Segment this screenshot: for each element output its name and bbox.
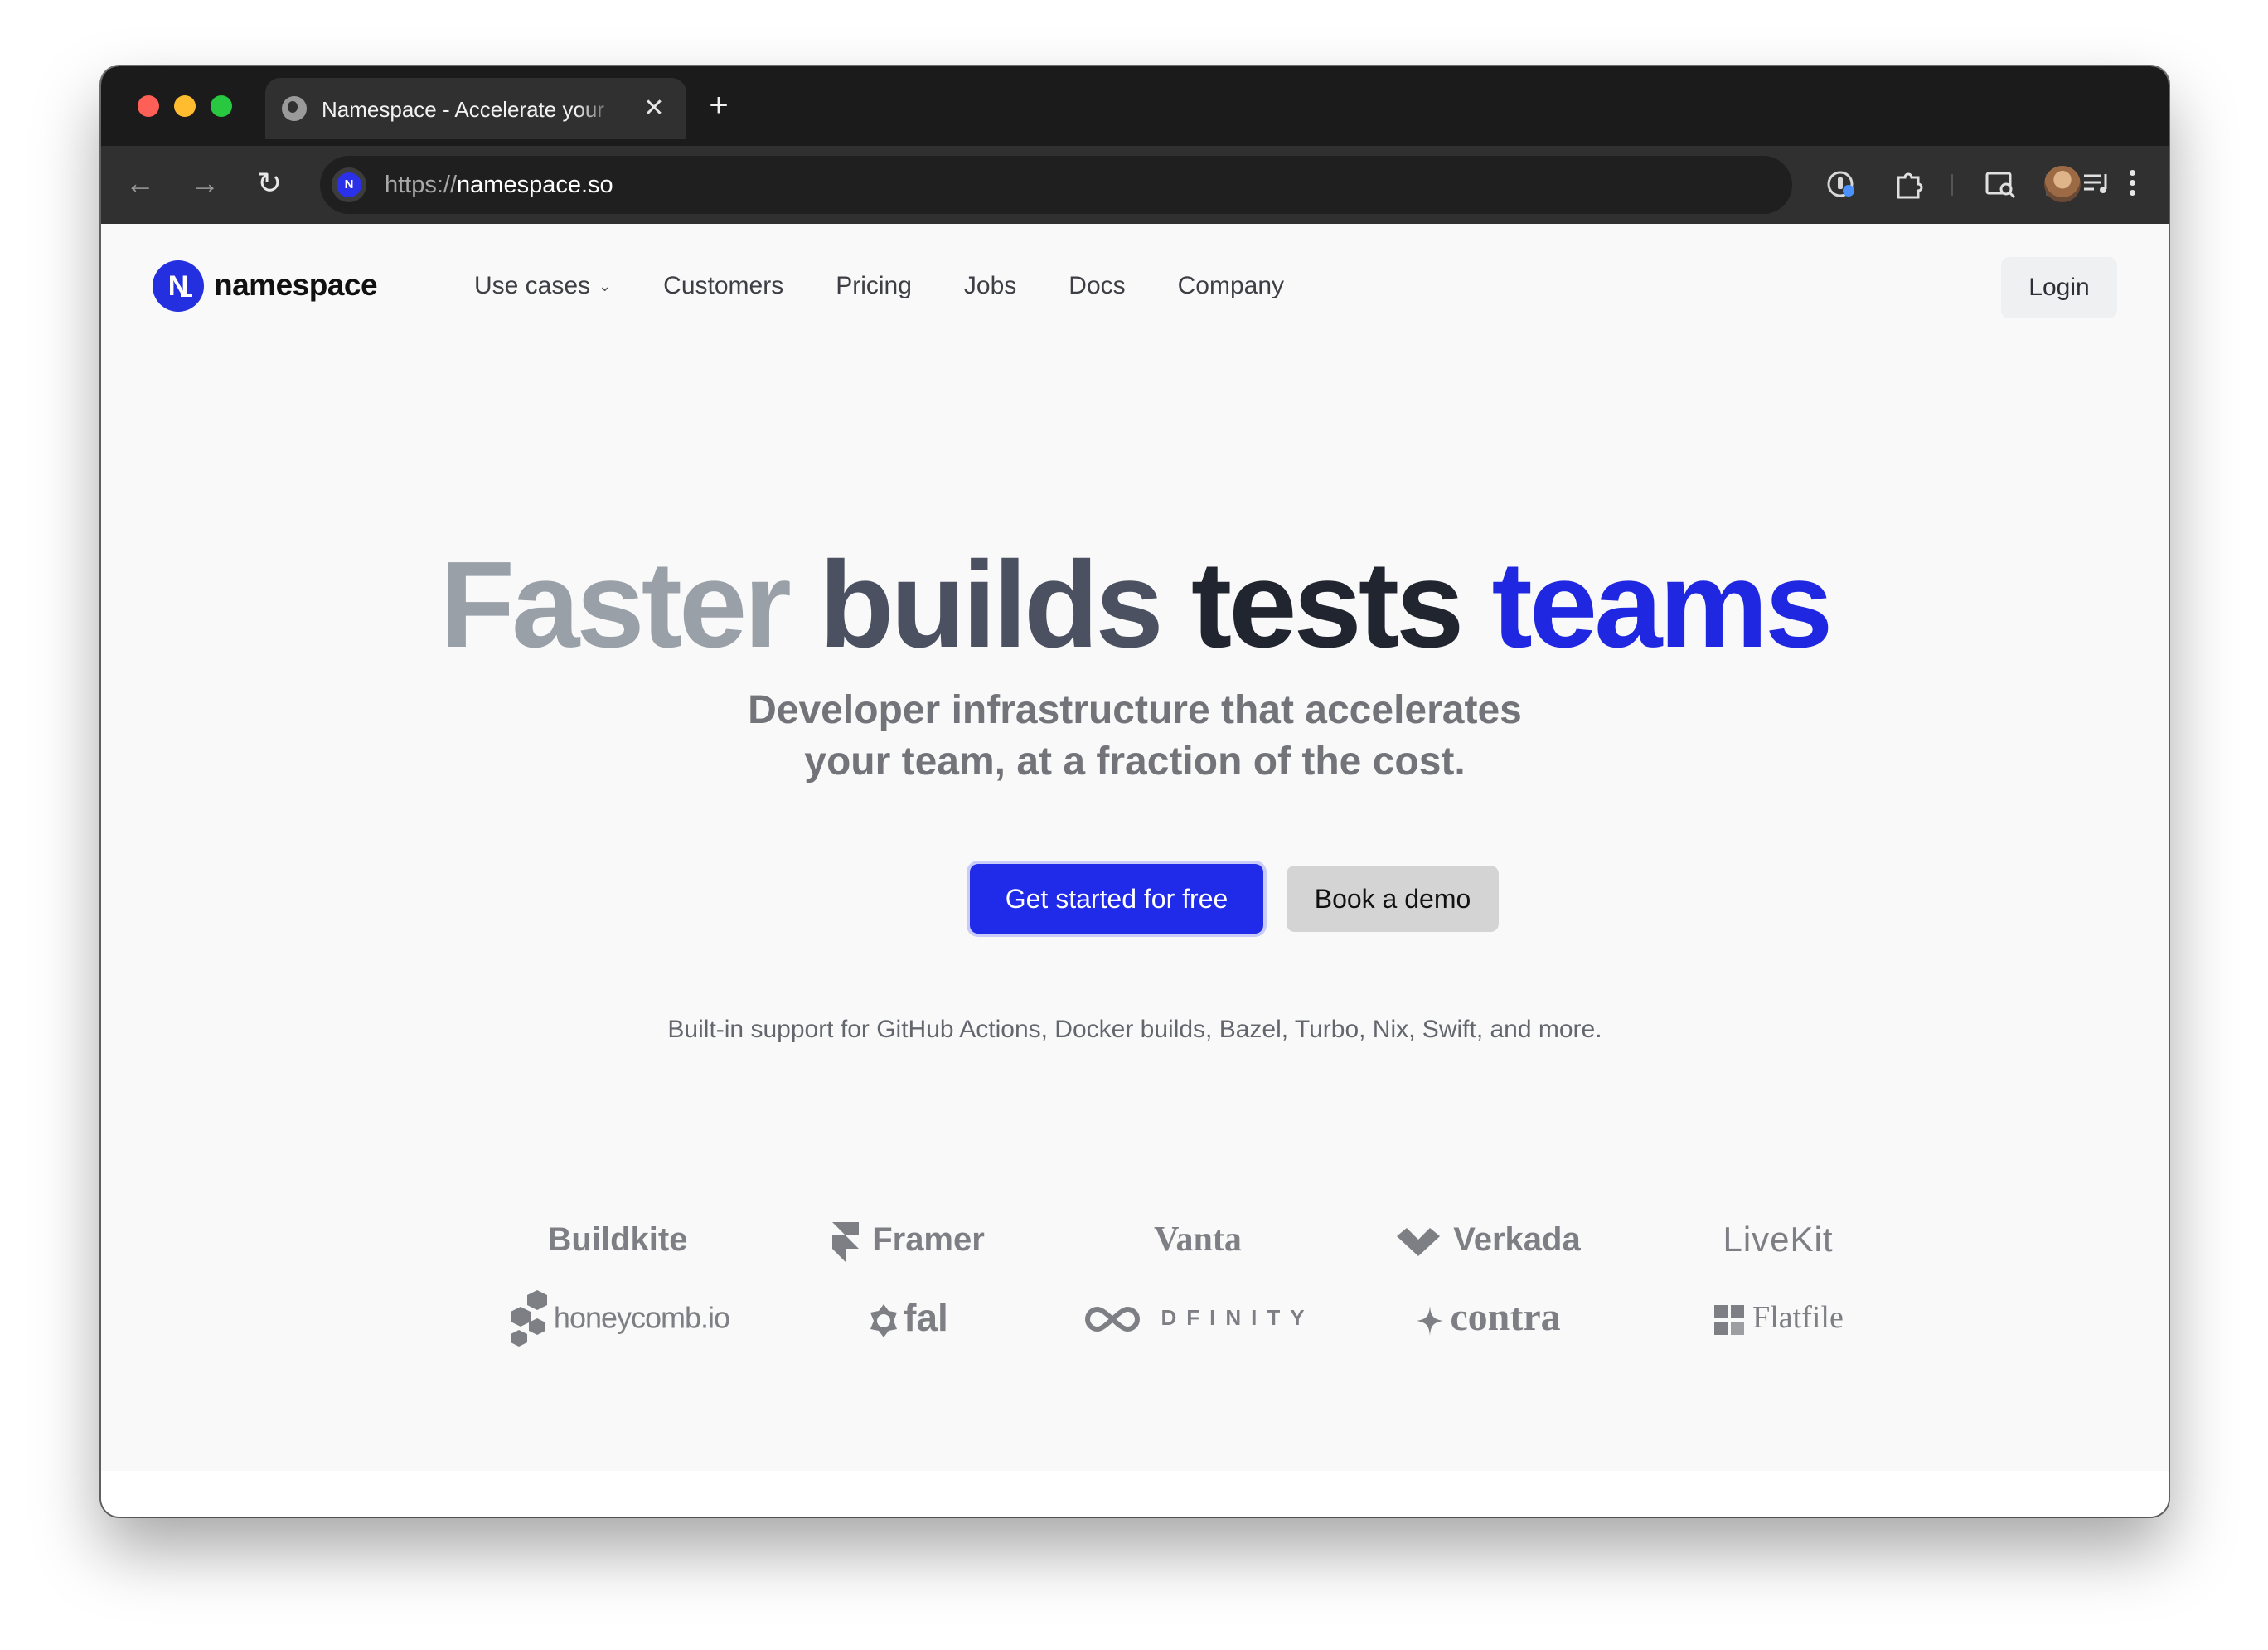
verkada-icon [1397,1228,1441,1257]
back-arrow-icon[interactable]: ← [119,163,161,204]
logo-wordmark[interactable]: namespace [214,264,378,307]
web-page: N namespace Use cases ⌄ Customers Pricing… [101,224,2169,1471]
login-button[interactable]: Login [2001,257,2117,318]
tab-close-icon[interactable]: ✕ [640,93,668,124]
fal-icon [870,1303,898,1337]
logo-vanta-text: Vanta [1154,1221,1242,1259]
headline-word-builds: builds [819,536,1164,673]
logo-framer: Framer [763,1211,1053,1269]
maximize-window-button[interactable] [211,95,232,117]
logo-flatfile-text: Flatfile [1752,1300,1844,1335]
framer-icon [832,1222,860,1263]
close-window-button[interactable] [138,95,159,117]
logo-dfinity-text: DFINITY [1161,1305,1315,1330]
nav-pricing[interactable]: Pricing [836,267,912,305]
logo-fal-text: fal [904,1296,948,1339]
logo-livekit: LiveKit [1633,1211,1923,1269]
url-host: namespace.so [457,172,613,198]
headline-word-faster: Faster [439,536,792,673]
logo-flatfile: Flatfile [1633,1288,1923,1347]
logo-honeycomb-text: honeycomb.io [553,1300,730,1335]
support-text: Built-in support for GitHub Actions, Doc… [667,1016,1602,1043]
logo-livekit-text: LiveKit [1723,1220,1834,1259]
hero-subtitle: Developer infrastructure that accelerate… [101,685,2169,788]
customer-logos: Buildkite Framer Vanta Verkada LiveKit h… [472,1211,1923,1393]
logo-dfinity: DFINITY [1053,1288,1343,1347]
hero-headline: Faster builds tests teams [101,539,2169,672]
headline-word-teams: teams [1491,536,1834,673]
dfinity-infinity-icon [1085,1307,1141,1332]
url-scheme: https:// [385,172,458,198]
get-started-button[interactable]: Get started for free [970,864,1263,934]
site-favicon: N [337,172,361,197]
globe-icon [282,96,307,121]
logo-vanta: Vanta [1053,1211,1343,1269]
chevron-down-icon: ⌄ [598,278,612,294]
contra-star-icon [1417,1305,1444,1336]
nav-use-cases-label: Use cases [474,272,591,299]
media-controls-icon[interactable] [2081,167,2114,201]
more-menu-icon[interactable] [2124,167,2140,201]
active-tab[interactable]: Namespace - Accelerate your ✕ [265,78,686,139]
page-bottom-edge [101,1471,2169,1517]
logo-verkada: Verkada [1343,1211,1633,1269]
logo-contra-text: contra [1450,1295,1561,1339]
book-demo-button[interactable]: Book a demo [1287,866,1499,932]
logo-buildkite-text: Buildkite [547,1221,688,1258]
new-tab-button[interactable]: + [698,85,739,126]
flatfile-icon [1714,1305,1745,1336]
tab-search-icon[interactable] [1984,167,2018,201]
profile-avatar[interactable] [2044,166,2081,202]
logo-honeycomb: honeycomb.io [472,1288,763,1347]
reload-icon[interactable]: ↻ [249,163,290,204]
browser-window: Namespace - Accelerate your ✕ + ← → ↻ N … [101,66,2169,1517]
headline-word-tests: tests [1190,536,1465,673]
site-info-icon[interactable]: N [332,167,366,202]
logo-verkada-text: Verkada [1453,1221,1581,1258]
browser-toolbar: ← → ↻ N https://namespace.so [101,146,2169,224]
logo-buildkite: Buildkite [472,1211,763,1269]
nav-jobs[interactable]: Jobs [964,267,1016,305]
logo-contra: contra [1343,1288,1633,1347]
nav-docs[interactable]: Docs [1069,267,1125,305]
extensions-puzzle-icon[interactable] [1892,167,1925,201]
forward-arrow-icon[interactable]: → [184,163,225,204]
password-manager-icon[interactable] [1825,167,1858,201]
logo-framer-text: Framer [872,1221,985,1258]
minimize-window-button[interactable] [174,95,196,117]
namespace-logo-icon[interactable]: N [153,260,204,312]
address-bar[interactable]: N https://namespace.so [320,156,1792,214]
nav-company[interactable]: Company [1178,267,1284,305]
main-nav: Use cases ⌄ Customers Pricing Jobs Docs C… [474,267,1336,305]
hero-subtitle-line-2: your team, at a fraction of the cost. [804,740,1466,784]
url-text[interactable]: https://namespace.so [385,171,613,199]
nav-customers[interactable]: Customers [663,267,783,305]
logo-fal: fal [763,1288,1053,1347]
toolbar-separator [1951,174,1953,196]
tab-bar: Namespace - Accelerate your ✕ + [101,66,2169,146]
nav-use-cases[interactable]: Use cases ⌄ [474,267,611,305]
honeycomb-icon [510,1290,547,1347]
hero-subtitle-line-1: Developer infrastructure that accelerate… [748,688,1522,732]
tab-title: Namespace - Accelerate your [322,97,605,122]
